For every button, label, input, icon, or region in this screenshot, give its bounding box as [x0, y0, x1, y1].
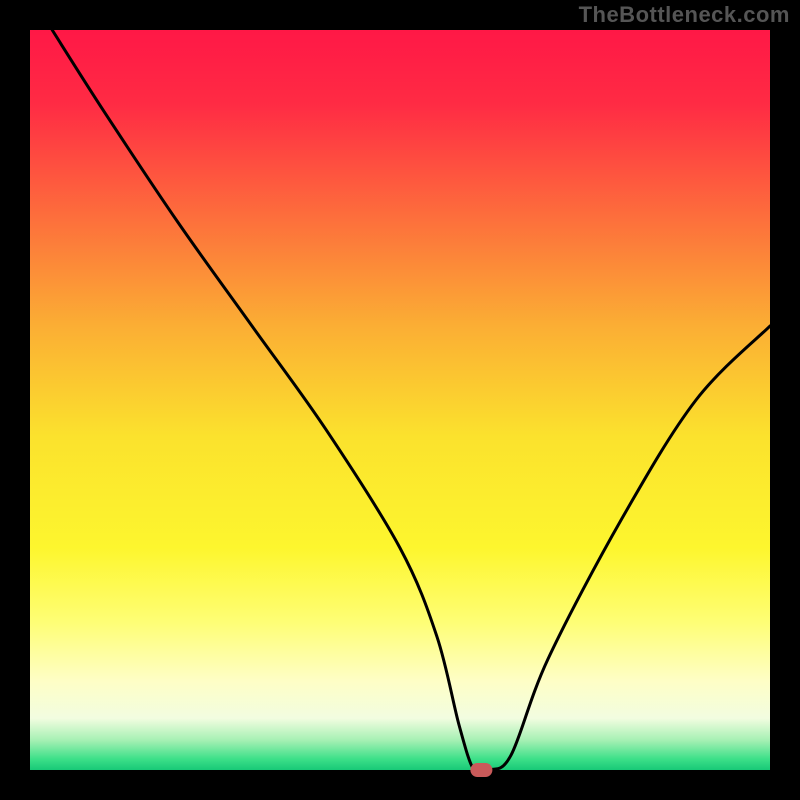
- bottleneck-chart: [0, 0, 800, 800]
- optimal-marker: [470, 763, 492, 777]
- watermark-text: TheBottleneck.com: [579, 2, 790, 28]
- chart-container: { "watermark": "TheBottleneck.com", "cha…: [0, 0, 800, 800]
